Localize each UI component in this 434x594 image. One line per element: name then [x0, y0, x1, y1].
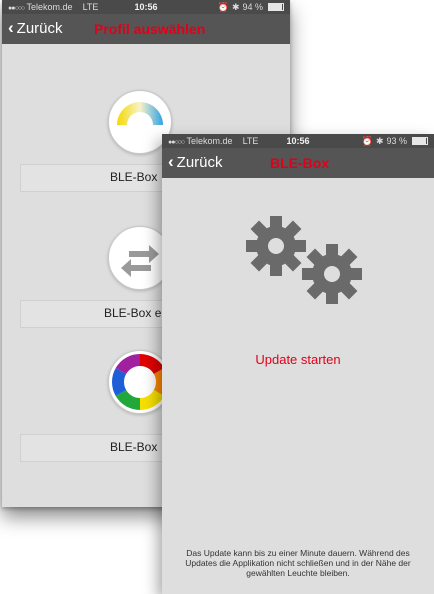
nav-bar: ‹ Zurück Profil auswählen [2, 14, 290, 44]
chevron-left-icon: ‹ [8, 18, 14, 37]
update-info-text: Das Update kann bis zu einer Minute daue… [185, 548, 411, 578]
page-title: BLE-Box [270, 155, 330, 171]
bluetooth-icon: ✱ [375, 136, 384, 146]
back-button[interactable]: ‹ Zurück [168, 153, 223, 171]
ble-box-update-screen: ●●○○○ Telekom.de LTE 10:56 ⏰ ✱ 93 % ‹ Zu… [162, 134, 434, 594]
battery-percent: 93 % [386, 136, 407, 146]
update-start-button[interactable]: Update starten [162, 352, 434, 367]
gears-icon [246, 216, 362, 304]
back-button[interactable]: ‹ Zurück [8, 19, 63, 37]
alarm-icon: ⏰ [217, 2, 229, 12]
battery-icon [412, 137, 428, 145]
status-bar: ●●○○○ Telekom.de LTE 10:56 ⏰ ✱ 93 % [162, 134, 434, 148]
back-label: Zurück [16, 19, 63, 37]
page-title: Profil auswählen [94, 21, 206, 37]
chevron-left-icon: ‹ [168, 152, 174, 171]
alarm-icon: ⏰ [361, 136, 373, 146]
back-label: Zurück [176, 153, 223, 171]
battery-icon [268, 3, 284, 11]
bluetooth-icon: ✱ [231, 2, 240, 12]
nav-bar: ‹ Zurück BLE-Box [162, 148, 434, 178]
status-bar: ●●○○○ Telekom.de LTE 10:56 ⏰ ✱ 94 % [2, 0, 290, 14]
battery-percent: 94 % [242, 2, 263, 12]
profile-label: BLE-Box [110, 170, 158, 184]
profile-label: BLE-Box [110, 440, 158, 454]
profile-label: BLE-Box e [104, 306, 162, 320]
